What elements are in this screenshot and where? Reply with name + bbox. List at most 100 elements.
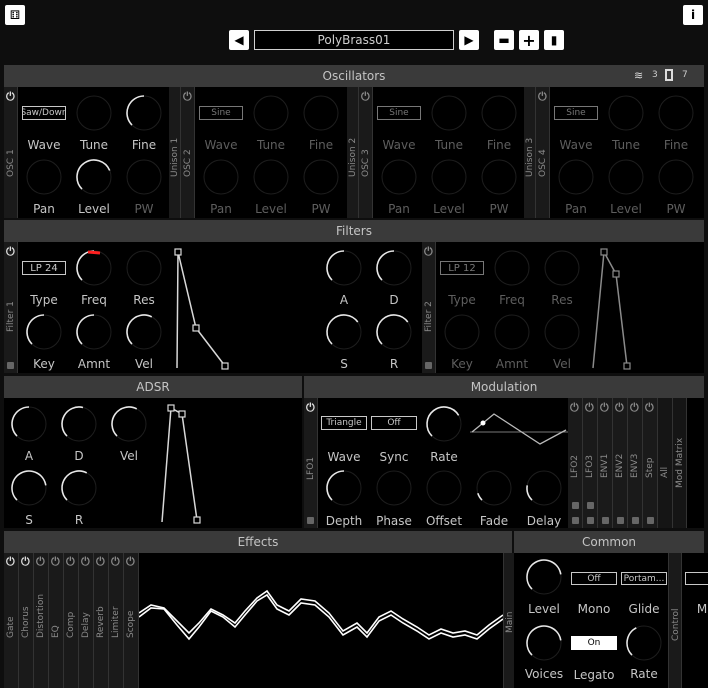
lfo-depth-knob[interactable]: [325, 469, 363, 507]
common-glide-select[interactable]: Portam...: [621, 572, 667, 585]
add-preset-button[interactable]: +: [519, 30, 539, 50]
filter-key-knob-2[interactable]: [443, 313, 481, 351]
filter-vel-knob-1[interactable]: [125, 313, 163, 351]
common-level-knob[interactable]: [525, 558, 563, 596]
unison-tab-2[interactable]: Unison 2: [347, 87, 359, 218]
fx-tab-scope[interactable]: Scope: [124, 553, 139, 688]
lfo-wave-select[interactable]: Triangle: [321, 416, 367, 430]
osc-power-4[interactable]: ⏻: [538, 90, 547, 104]
mod-tab-mod-matrix[interactable]: Mod Matrix: [673, 398, 687, 528]
osc-tune-knob-2[interactable]: [252, 94, 290, 132]
adsr-release-knob[interactable]: [60, 469, 98, 507]
next-preset-button[interactable]: ▶: [459, 30, 479, 50]
fx-power-limiter[interactable]: ⏻: [111, 555, 120, 569]
osc-power-3[interactable]: ⏻: [361, 90, 370, 104]
fx-tab-gate[interactable]: Gate: [4, 553, 19, 688]
filter-side-tab-1[interactable]: Filter 1: [4, 242, 18, 373]
common-voices-knob[interactable]: [525, 624, 563, 662]
osc-level-knob-4[interactable]: [607, 158, 645, 196]
osc-side-tab-4[interactable]: OSC 4: [536, 87, 550, 218]
unison-tab-1[interactable]: Unison 1: [169, 87, 181, 218]
filter-res-knob-2[interactable]: [543, 249, 581, 287]
fx-tab-delay[interactable]: Delay: [79, 553, 94, 688]
fx-power-comp[interactable]: ⏻: [66, 555, 75, 569]
mod-tab-power-1[interactable]: ⏻: [570, 401, 579, 415]
common-extra-select[interactable]: [685, 572, 708, 585]
osc-pan-knob-2[interactable]: [202, 158, 240, 196]
fx-tab-reverb[interactable]: Reverb: [94, 553, 109, 688]
fx-tab-eq[interactable]: EQ: [49, 553, 64, 688]
filter-amnt-knob-1[interactable]: [75, 313, 113, 351]
fx-power-scope[interactable]: ⏻: [126, 555, 135, 569]
osc-pan-knob-3[interactable]: [380, 158, 418, 196]
filter-env-release-knob[interactable]: [375, 313, 413, 351]
fx-tab-chorus[interactable]: Chorus: [19, 553, 34, 688]
open-folder-button[interactable]: ▬: [494, 30, 514, 50]
osc-level-knob-2[interactable]: [252, 158, 290, 196]
prev-preset-button[interactable]: ◀: [229, 30, 249, 50]
mod-tab-env3[interactable]: ENV3: [628, 398, 643, 528]
osc-power-1[interactable]: ⏻: [6, 90, 15, 104]
fx-tab-limiter[interactable]: Limiter: [109, 553, 124, 688]
filter-power-1[interactable]: ⏻: [6, 245, 15, 259]
fx-power-reverb[interactable]: ⏻: [96, 555, 105, 569]
filter-env-decay-knob[interactable]: [375, 249, 413, 287]
mod-tab-env1[interactable]: ENV1: [598, 398, 613, 528]
adsr-attack-knob[interactable]: [10, 405, 48, 443]
fx-power-distortion[interactable]: ⏻: [36, 555, 45, 569]
lfo-sync-select[interactable]: Off: [371, 416, 417, 430]
osc-power-2[interactable]: ⏻: [183, 90, 192, 104]
filter-amnt-knob-2[interactable]: [493, 313, 531, 351]
osc-wave-select-1[interactable]: Saw/Down: [22, 106, 66, 120]
adsr-vel-knob[interactable]: [110, 405, 148, 443]
filter-type-select-1[interactable]: LP 24: [22, 261, 66, 275]
osc-side-tab-1[interactable]: OSC 1: [4, 87, 18, 218]
osc-fine-knob-4[interactable]: [657, 94, 695, 132]
osc-pw-knob-3[interactable]: [480, 158, 518, 196]
unison-tab-3[interactable]: Unison 3: [524, 87, 536, 218]
fx-power-delay[interactable]: ⏻: [81, 555, 90, 569]
filter-env-sustain-knob[interactable]: [325, 313, 363, 351]
lfo-phase-knob[interactable]: [375, 469, 413, 507]
filter-type-select-2[interactable]: LP 12: [440, 261, 484, 275]
osc-fine-knob-3[interactable]: [480, 94, 518, 132]
osc-wave-select-2[interactable]: Sine: [199, 106, 243, 120]
common-rate-knob[interactable]: [625, 624, 663, 662]
filter-power-2[interactable]: ⏻: [424, 245, 433, 259]
fx-power-gate[interactable]: ⏻: [6, 555, 15, 569]
lfo-rate-knob[interactable]: [425, 405, 463, 443]
osc-level-knob-3[interactable]: [430, 158, 468, 196]
lfo-delay-knob[interactable]: [525, 469, 563, 507]
mod-tab-power-4[interactable]: ⏻: [615, 401, 624, 415]
mod-tab-power-3[interactable]: ⏻: [600, 401, 609, 415]
adsr-decay-knob[interactable]: [60, 405, 98, 443]
osc-level-knob-1[interactable]: [75, 158, 113, 196]
osc-pw-knob-2[interactable]: [302, 158, 340, 196]
mod-tab-all[interactable]: All: [658, 398, 673, 528]
filter-freq-knob-2[interactable]: [493, 249, 531, 287]
osc-fine-knob-2[interactable]: [302, 94, 340, 132]
lfo-offset-knob[interactable]: [425, 469, 463, 507]
adsr-sustain-knob[interactable]: [10, 469, 48, 507]
mod-tab-power-5[interactable]: ⏻: [630, 401, 639, 415]
osc-side-tab-2[interactable]: OSC 2: [181, 87, 195, 218]
lfo-fade-knob[interactable]: [475, 469, 513, 507]
mod-tab-power-6[interactable]: ⏻: [645, 401, 654, 415]
common-control-tab[interactable]: Control: [668, 553, 682, 688]
osc-wave-select-4[interactable]: Sine: [554, 106, 598, 120]
mod-tab-step[interactable]: Step: [643, 398, 658, 528]
mod-tab-env2[interactable]: ENV2: [613, 398, 628, 528]
filter-res-knob-1[interactable]: [125, 249, 163, 287]
filter-vel-knob-2[interactable]: [543, 313, 581, 351]
preset-name-display[interactable]: PolyBrass01: [254, 30, 454, 50]
adsr-envelope-graph[interactable]: [154, 400, 214, 526]
fx-tab-distortion[interactable]: Distortion: [34, 553, 49, 688]
filter-side-tab-2[interactable]: Filter 2: [422, 242, 436, 373]
osc-fine-knob-1[interactable]: [125, 94, 163, 132]
info-button[interactable]: i: [683, 5, 703, 25]
lfo1-power[interactable]: ⏻: [306, 401, 315, 415]
mod-tab-power-2[interactable]: ⏻: [585, 401, 594, 415]
fx-power-chorus[interactable]: ⏻: [21, 555, 30, 569]
filter2-envelope-graph[interactable]: [589, 246, 639, 372]
filter1-envelope-graph[interactable]: [169, 246, 239, 372]
